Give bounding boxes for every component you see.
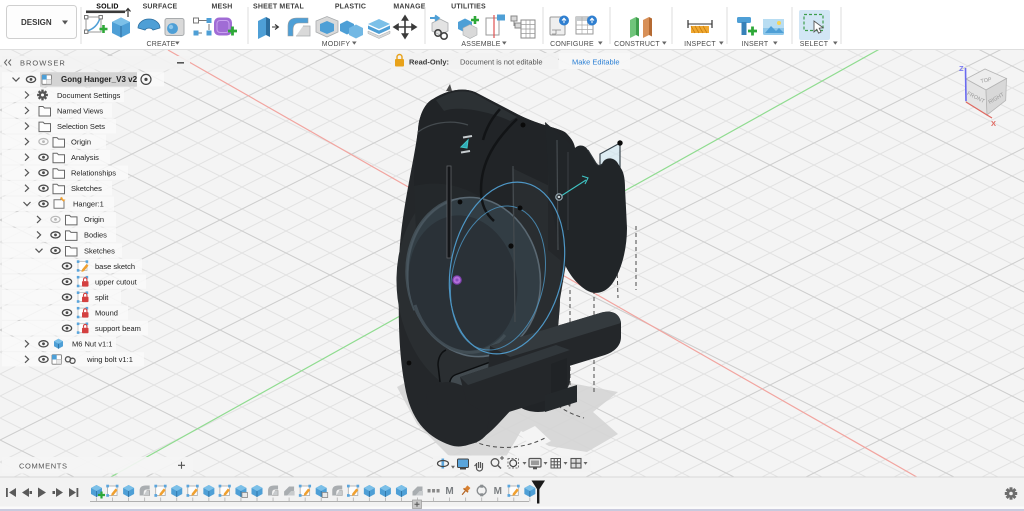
svg-text:MANAGE: MANAGE [393,4,425,11]
svg-text:MESH: MESH [211,4,232,11]
svg-text:Origin: Origin [84,215,104,224]
svg-text:CREATE: CREATE [146,41,175,48]
svg-text:BROWSER: BROWSER [20,59,66,68]
svg-text:CONFIGURE: CONFIGURE [550,41,594,48]
svg-text:support beam: support beam [95,324,141,333]
svg-text:ASSEMBLE: ASSEMBLE [461,41,500,48]
svg-text:PLASTIC: PLASTIC [335,4,366,11]
svg-text:INSPECT: INSPECT [684,41,716,48]
svg-text:M: M [494,486,502,497]
svg-text:SOLID: SOLID [96,4,118,11]
svg-text:base sketch: base sketch [95,262,135,271]
svg-text:DESIGN: DESIGN [21,18,52,27]
svg-text:Read-Only:: Read-Only: [409,58,449,67]
svg-text:Origin: Origin [71,137,91,146]
svg-text:COMMENTS: COMMENTS [19,462,68,471]
svg-text:Sketches: Sketches [71,184,102,193]
svg-text:SELECT: SELECT [800,41,829,48]
svg-text:UTILITIES: UTILITIES [451,4,486,11]
svg-text:MODIFY: MODIFY [322,41,351,48]
svg-text:Selection Sets: Selection Sets [57,122,105,131]
svg-text:Make Editable: Make Editable [572,58,620,67]
svg-text:Z: Z [959,64,964,73]
svg-text:wing bolt v1:1: wing bolt v1:1 [86,355,133,364]
svg-text:SURFACE: SURFACE [143,4,178,11]
svg-text:Analysis: Analysis [71,153,99,162]
svg-text:Document Settings: Document Settings [57,91,121,100]
svg-text:Named Views: Named Views [57,106,103,115]
svg-text:CONSTRUCT: CONSTRUCT [614,41,660,48]
svg-text:Relationships: Relationships [71,169,116,178]
svg-text:M: M [445,486,453,497]
svg-text:M6 Nut v1:1: M6 Nut v1:1 [72,340,112,349]
svg-text:INSERT: INSERT [742,41,769,48]
svg-text:split: split [95,293,109,302]
svg-text:Document is not editable: Document is not editable [460,58,543,67]
svg-text:X: X [991,119,996,128]
svg-text:SHEET METAL: SHEET METAL [253,4,305,11]
svg-text:Mound: Mound [95,308,118,317]
svg-text:upper cutout: upper cutout [95,277,138,286]
svg-text:Sketches: Sketches [84,246,115,255]
svg-text:Hanger:1: Hanger:1 [73,200,104,209]
svg-text:Bodies: Bodies [84,231,107,240]
svg-text:Gong Hanger_V3 v2: Gong Hanger_V3 v2 [61,75,138,84]
